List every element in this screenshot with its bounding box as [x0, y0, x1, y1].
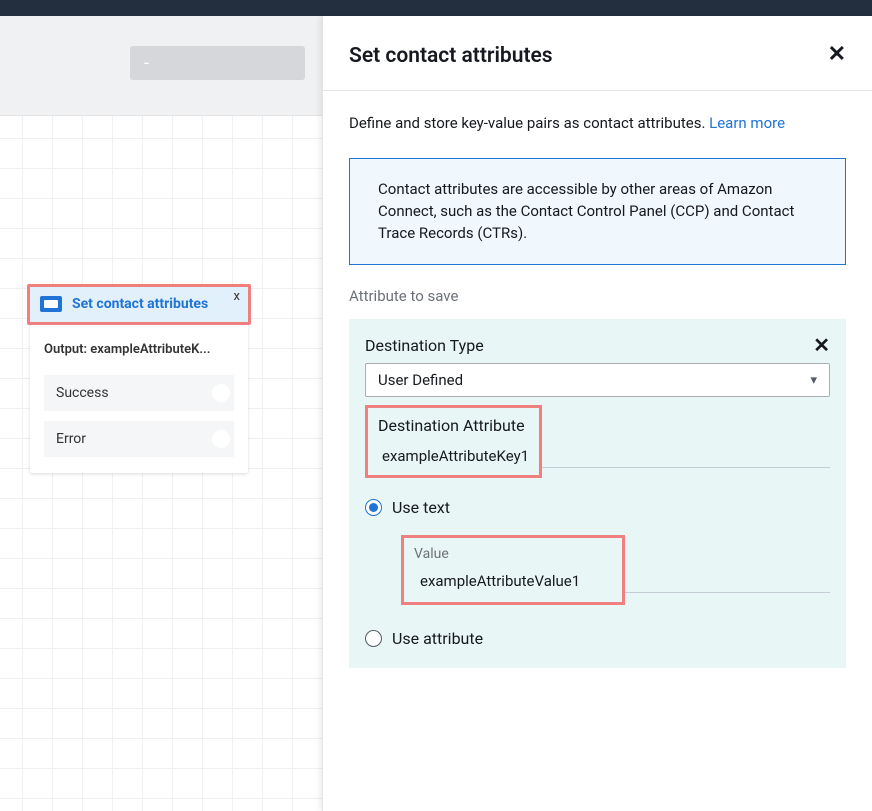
use-attribute-label: Use attribute: [392, 629, 483, 648]
attribute-to-save-label: Attribute to save: [349, 287, 846, 305]
attribute-close-icon[interactable]: ✕: [813, 335, 830, 355]
panel-description-text: Define and store key-value pairs as cont…: [349, 114, 709, 132]
use-text-label: Use text: [392, 498, 450, 517]
destination-type-label: Destination Type: [365, 336, 484, 355]
destination-attribute-highlight: Destination Attribute exampleAttributeKe…: [365, 405, 542, 478]
panel-description: Define and store key-value pairs as cont…: [349, 113, 846, 134]
attribute-box: Destination Type ✕ User Defined ▾ Destin…: [349, 319, 846, 668]
flow-port-label: Success: [56, 385, 109, 401]
panel-header: Set contact attributes ✕: [349, 44, 846, 68]
top-nav-bar: [0, 0, 872, 16]
value-section: Value exampleAttributeValue1: [401, 535, 830, 605]
flow-block-close[interactable]: x: [234, 289, 240, 304]
flow-block-header[interactable]: Set contact attributes x: [30, 287, 248, 322]
contact-attributes-icon: [40, 296, 62, 312]
flow-port-success[interactable]: Success: [44, 375, 234, 411]
attribute-header: Destination Type ✕: [365, 335, 830, 355]
radio-selected-icon[interactable]: [365, 499, 382, 516]
learn-more-link[interactable]: Learn more: [709, 114, 785, 132]
side-panel: Set contact attributes ✕ Define and stor…: [322, 16, 872, 811]
divider-line: [542, 405, 830, 468]
radio-unselected-icon[interactable]: [365, 630, 382, 647]
close-icon[interactable]: ✕: [828, 44, 846, 66]
toolbar-pill[interactable]: -: [130, 46, 305, 80]
flow-port-error[interactable]: Error: [44, 421, 234, 457]
value-highlight: Value exampleAttributeValue1: [401, 535, 625, 605]
info-box: Contact attributes are accessible by oth…: [349, 158, 846, 265]
use-text-radio-row[interactable]: Use text: [365, 498, 830, 517]
value-label: Value: [414, 546, 612, 562]
value-input[interactable]: exampleAttributeValue1: [414, 572, 612, 590]
flow-port-connector[interactable]: [212, 384, 230, 402]
panel-title: Set contact attributes: [349, 44, 553, 68]
divider-line: [625, 535, 830, 593]
toolbar-pill-label: -: [144, 53, 149, 74]
flow-port-connector[interactable]: [212, 430, 230, 448]
flow-block-body: Output: exampleAttributeK... Success Err…: [30, 328, 248, 473]
destination-type-select[interactable]: User Defined ▾: [365, 363, 830, 397]
flow-block-set-contact-attributes[interactable]: Set contact attributes x Output: example…: [30, 287, 248, 473]
use-attribute-radio-row[interactable]: Use attribute: [365, 629, 830, 648]
flow-port-label: Error: [56, 431, 86, 447]
flow-block-output: Output: exampleAttributeK...: [44, 342, 234, 357]
destination-attribute-input[interactable]: exampleAttributeKey1: [378, 447, 529, 465]
chevron-down-icon: ▾: [810, 373, 817, 388]
flow-block-title: Set contact attributes: [72, 296, 208, 313]
destination-type-value: User Defined: [378, 371, 463, 389]
panel-divider: [323, 90, 872, 91]
destination-attribute-label: Destination Attribute: [378, 416, 529, 435]
